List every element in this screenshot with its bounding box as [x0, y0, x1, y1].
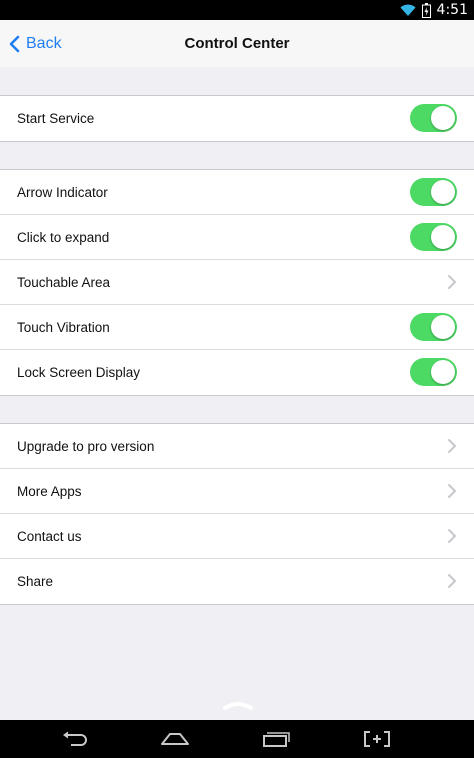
arrow-indicator-toggle[interactable] [410, 178, 457, 206]
status-bar: 4:51 [0, 0, 474, 20]
navigation-bar: Control Center Back [0, 20, 474, 67]
section-display-options: Arrow Indicator Click to expand Touchabl… [0, 169, 474, 396]
section-service: Start Service [0, 95, 474, 142]
setting-row-click-to-expand[interactable]: Click to expand [0, 215, 474, 260]
battery-charging-icon [421, 2, 431, 18]
setting-row-more-apps[interactable]: More Apps [0, 469, 474, 514]
system-home-button[interactable] [145, 720, 205, 758]
toggle-knob [431, 225, 455, 249]
setting-row-share[interactable]: Share [0, 559, 474, 604]
setting-label: Touchable Area [17, 275, 111, 290]
setting-row-touch-vibration[interactable]: Touch Vibration [0, 305, 474, 350]
back-nav-icon [63, 731, 87, 746]
toggle-knob [431, 106, 455, 130]
setting-label: More Apps [17, 484, 82, 499]
status-time: 4:51 [436, 2, 468, 18]
home-nav-icon [161, 733, 189, 745]
screenshot-nav-icon [364, 731, 390, 747]
chevron-right-icon [448, 574, 456, 588]
touch-vibration-toggle[interactable] [410, 313, 457, 341]
section-more: Upgrade to pro version More Apps Contact… [0, 423, 474, 605]
setting-label: Click to expand [17, 230, 110, 245]
toggle-knob [431, 180, 455, 204]
setting-row-start-service[interactable]: Start Service [0, 96, 474, 141]
setting-row-touchable-area[interactable]: Touchable Area [0, 260, 474, 305]
toggle-knob [431, 360, 455, 384]
setting-row-upgrade[interactable]: Upgrade to pro version [0, 424, 474, 469]
setting-label: Share [17, 574, 54, 589]
chevron-right-icon [448, 529, 456, 543]
setting-row-lock-screen-display[interactable]: Lock Screen Display [0, 350, 474, 395]
system-back-button[interactable] [45, 720, 105, 758]
back-button-label: Back [26, 34, 62, 52]
setting-label: Contact us [17, 529, 82, 544]
start-service-toggle[interactable] [410, 104, 457, 132]
lock-screen-display-toggle[interactable] [410, 358, 457, 386]
toggle-knob [431, 315, 455, 339]
setting-label: Start Service [17, 111, 95, 126]
page-title: Control Center [184, 35, 290, 52]
setting-label: Lock Screen Display [17, 365, 141, 380]
setting-label: Upgrade to pro version [17, 439, 155, 454]
wifi-icon [400, 4, 416, 16]
system-navigation-bar [0, 720, 474, 758]
setting-label: Arrow Indicator [17, 185, 108, 200]
system-screenshot-button[interactable] [347, 720, 407, 758]
chevron-right-icon [448, 484, 456, 498]
system-recents-button[interactable] [246, 720, 306, 758]
chevron-right-icon [448, 439, 456, 453]
back-button[interactable]: Back [8, 20, 62, 67]
drag-handle-icon[interactable] [222, 700, 254, 710]
setting-row-contact-us[interactable]: Contact us [0, 514, 474, 559]
chevron-right-icon [448, 275, 456, 289]
click-to-expand-toggle[interactable] [410, 223, 457, 251]
recents-nav-icon [263, 732, 290, 747]
setting-label: Touch Vibration [17, 320, 110, 335]
status-icons: 4:51 [400, 0, 468, 20]
chevron-left-icon [9, 35, 20, 52]
setting-row-arrow-indicator[interactable]: Arrow Indicator [0, 170, 474, 215]
